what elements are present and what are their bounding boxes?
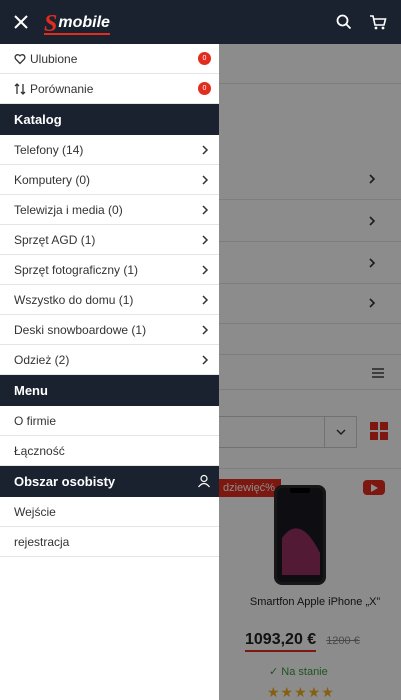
search-icon [336, 14, 352, 30]
compare-icon [14, 82, 26, 95]
chevron-right-icon [202, 175, 209, 185]
menu-item-contact[interactable]: Łączność [0, 436, 219, 466]
chevron-right-icon [202, 355, 209, 365]
menu-heading: Menu [0, 375, 219, 406]
site-logo[interactable]: S mobile [44, 9, 110, 37]
catalog-item[interactable]: Wszystko do domu (1) [0, 285, 219, 315]
logo-letter: S [44, 11, 58, 37]
menu-item-about[interactable]: O firmie [0, 406, 219, 436]
catalog-item-label: Odzież (2) [14, 352, 70, 367]
account-item-label: rejestracja [14, 534, 70, 549]
catalog-item-label: Sprzęt fotograficzny (1) [14, 262, 139, 277]
logo-word: mobile [58, 14, 110, 31]
compare-label: Porównanie [30, 81, 94, 96]
account-register[interactable]: rejestracja [0, 527, 219, 557]
chevron-right-icon [202, 205, 209, 215]
catalog-item[interactable]: Deski snowboardowe (1) [0, 315, 219, 345]
catalog-heading: Katalog [0, 104, 219, 135]
catalog-item[interactable]: Sprzęt fotograficzny (1) [0, 255, 219, 285]
catalog-item[interactable]: Odzież (2) [0, 345, 219, 375]
side-drawer: Ulubione 0 Porównanie 0 Katalog Telefony… [0, 44, 219, 700]
dim-overlay[interactable] [219, 44, 401, 700]
close-icon [14, 15, 28, 29]
catalog-item[interactable]: Telefony (14) [0, 135, 219, 165]
account-login[interactable]: Wejście [0, 497, 219, 527]
catalog-item[interactable]: Telewizja i media (0) [0, 195, 219, 225]
user-icon [198, 474, 210, 488]
catalog-item-label: Telewizja i media (0) [14, 202, 123, 217]
chevron-right-icon [202, 325, 209, 335]
logo-underline [44, 33, 110, 35]
compare-link[interactable]: Porównanie 0 [0, 74, 219, 104]
account-heading: Obszar osobisty [0, 466, 219, 497]
menu-item-label: Łączność [14, 443, 65, 458]
catalog-item-label: Deski snowboardowe (1) [14, 322, 147, 337]
chevron-right-icon [202, 235, 209, 245]
favorites-link[interactable]: Ulubione 0 [0, 44, 219, 74]
menu-item-label: O firmie [14, 413, 56, 428]
compare-count-badge: 0 [198, 82, 211, 95]
heart-icon [14, 53, 26, 64]
catalog-item-label: Telefony (14) [14, 142, 84, 157]
top-header: S mobile [0, 0, 401, 44]
chevron-right-icon [202, 145, 209, 155]
account-heading-label: Obszar osobisty [14, 474, 116, 489]
cart-icon [370, 15, 387, 30]
account-item-label: Wejście [14, 504, 56, 519]
catalog-item-label: Wszystko do domu (1) [14, 292, 134, 307]
catalog-item[interactable]: Komputery (0) [0, 165, 219, 195]
catalog-item-label: Sprzęt AGD (1) [14, 232, 96, 247]
favorites-count-badge: 0 [198, 52, 211, 65]
close-menu-button[interactable] [10, 11, 32, 33]
chevron-right-icon [202, 295, 209, 305]
favorites-label: Ulubione [30, 51, 78, 66]
catalog-item[interactable]: Sprzęt AGD (1) [0, 225, 219, 255]
search-button[interactable] [334, 12, 354, 32]
catalog-item-label: Komputery (0) [14, 172, 91, 187]
chevron-right-icon [202, 265, 209, 275]
cart-button[interactable] [368, 12, 388, 32]
